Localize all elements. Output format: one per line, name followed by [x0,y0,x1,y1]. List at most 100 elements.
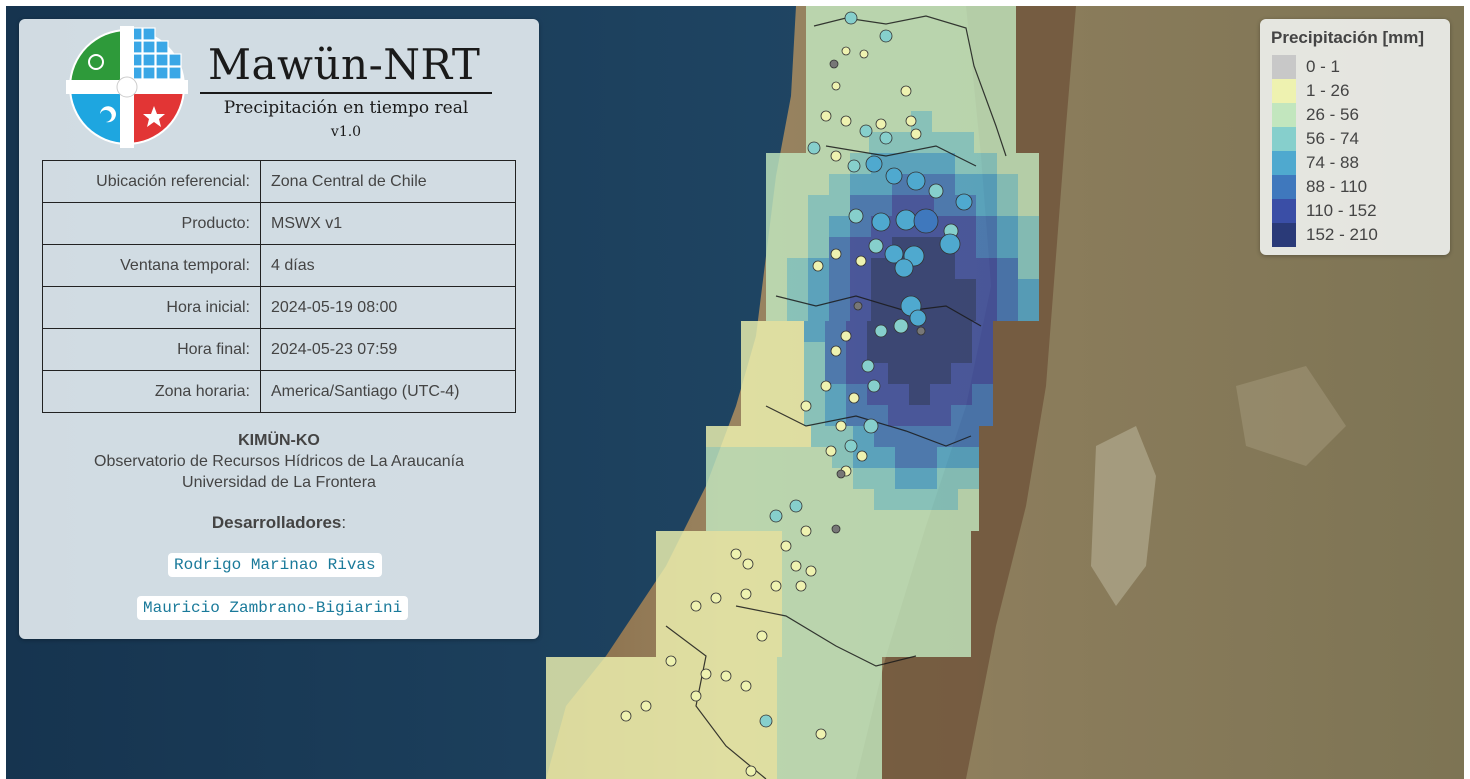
grid-cell [829,300,850,321]
station-marker[interactable] [620,710,632,722]
grid-cell [609,678,630,699]
grid-cell [930,342,951,363]
station-marker[interactable] [928,183,944,199]
station-marker[interactable] [841,46,851,56]
station-marker[interactable] [847,159,861,173]
station-marker-nodata[interactable] [916,326,926,336]
station-marker[interactable] [756,630,768,642]
station-marker[interactable] [840,330,852,342]
station-marker[interactable] [720,670,732,682]
station-marker-nodata[interactable] [853,301,863,311]
station-marker[interactable] [955,193,973,211]
station-marker[interactable] [844,11,858,25]
grid-cell [916,489,937,510]
station-marker-nodata[interactable] [831,524,841,534]
grid-cell [845,594,866,615]
station-marker[interactable] [830,150,842,162]
station-marker[interactable] [831,81,841,91]
station-marker[interactable] [856,450,868,462]
station-marker[interactable] [875,118,887,130]
station-marker[interactable] [879,131,893,145]
station-marker[interactable] [812,260,824,272]
station-marker[interactable] [795,580,807,592]
grid-cell [766,300,787,321]
grid-cell [811,510,832,531]
station-marker[interactable] [835,420,847,432]
station-marker-nodata[interactable] [836,469,846,479]
station-marker[interactable] [900,85,912,97]
station-marker[interactable] [863,418,879,434]
station-marker[interactable] [780,540,792,552]
station-marker[interactable] [830,248,842,260]
grid-cell [916,447,937,468]
station-marker[interactable] [939,233,961,255]
station-marker[interactable] [790,560,802,572]
grid-cell [783,384,804,405]
station-marker[interactable] [825,445,837,457]
station-marker[interactable] [815,728,827,740]
station-marker[interactable] [844,439,858,453]
station-marker[interactable] [820,110,832,122]
station-marker[interactable] [879,29,893,43]
station-marker[interactable] [910,128,922,140]
grid-cell [951,321,972,342]
station-marker[interactable] [874,324,888,338]
station-marker[interactable] [909,309,927,327]
station-marker[interactable] [800,525,812,537]
station-marker[interactable] [742,558,754,570]
station-marker[interactable] [867,379,881,393]
organization-line1: Observatorio de Recursos Hídricos de La … [94,453,464,470]
grid-cell [777,720,798,741]
station-marker-nodata[interactable] [829,59,839,69]
station-marker[interactable] [690,690,702,702]
station-marker[interactable] [840,115,852,127]
station-marker[interactable] [865,155,883,173]
station-marker[interactable] [859,124,873,138]
station-marker[interactable] [906,171,926,191]
station-marker[interactable] [710,592,722,604]
station-marker[interactable] [894,258,914,278]
grid-cell [997,195,1018,216]
station-marker[interactable] [868,238,884,254]
station-marker[interactable] [700,668,712,680]
station-marker[interactable] [913,208,939,234]
grid-cell [588,720,609,741]
grid-cell [958,468,979,489]
station-marker[interactable] [905,115,917,127]
developer-link-1[interactable]: Rodrigo Marinao Rivas [168,553,382,577]
station-marker[interactable] [871,212,891,232]
station-marker[interactable] [893,318,909,334]
developer-link-2[interactable]: Mauricio Zambrano-Bigiarini [137,596,409,620]
station-marker[interactable] [745,765,757,777]
station-marker[interactable] [848,208,864,224]
station-marker[interactable] [759,714,773,728]
station-marker[interactable] [807,141,821,155]
grid-cell [829,195,850,216]
station-marker[interactable] [830,345,842,357]
station-marker[interactable] [855,255,867,267]
station-marker[interactable] [859,49,869,59]
row-value-start: 2024-05-19 08:00 [260,286,516,329]
grid-cell [672,762,693,779]
grid-cell [740,531,761,552]
station-marker[interactable] [895,209,917,231]
station-marker[interactable] [820,380,832,392]
station-marker[interactable] [861,359,875,373]
station-marker[interactable] [770,580,782,592]
station-marker[interactable] [805,565,817,577]
station-marker[interactable] [740,588,752,600]
station-marker[interactable] [885,167,903,185]
grid-cell [874,510,895,531]
station-marker[interactable] [740,680,752,692]
station-marker[interactable] [730,548,742,560]
grid-cell [887,594,908,615]
station-marker[interactable] [789,499,803,513]
station-marker[interactable] [769,509,783,523]
grid-cell [819,657,840,678]
station-marker[interactable] [690,600,702,612]
station-marker[interactable] [848,392,860,404]
station-marker[interactable] [640,700,652,712]
station-marker[interactable] [800,400,812,412]
station-marker[interactable] [665,655,677,667]
grid-cell [1018,237,1039,258]
